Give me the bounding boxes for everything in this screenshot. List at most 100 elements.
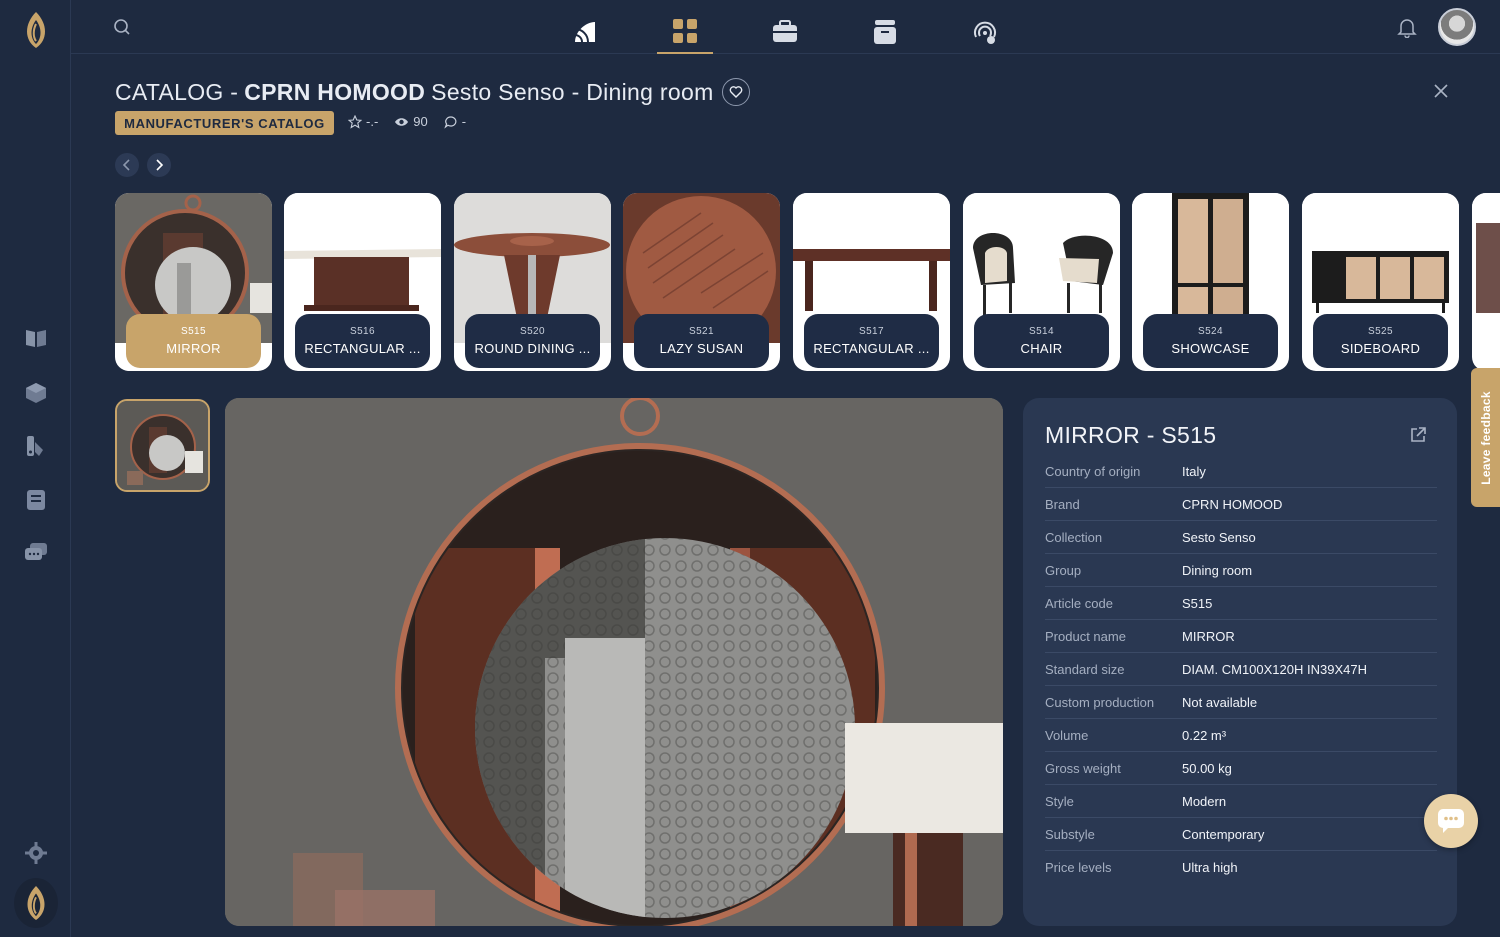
detail-row-standard-size: Standard size DIAM. CM100X120H IN39X47H — [1045, 653, 1437, 686]
product-card[interactable]: S524 SHOWCASE — [1132, 193, 1289, 371]
product-name: LAZY SUSAN — [659, 341, 744, 356]
product-card-label: S514 CHAIR — [974, 314, 1109, 368]
detail-row-collection: Collection Sesto Senso — [1045, 521, 1437, 554]
carousel-next-button[interactable] — [147, 153, 171, 177]
brand-emblem-icon — [14, 878, 58, 928]
product-card[interactable]: S516 RECTANGULAR ... — [284, 193, 441, 371]
detail-key: Product name — [1045, 628, 1126, 644]
comments-value: - — [461, 114, 467, 129]
detail-key: Article code — [1045, 595, 1113, 611]
product-code: S521 — [689, 326, 714, 337]
views-stat: 90 — [394, 114, 428, 129]
main-product-image[interactable] — [225, 398, 1003, 926]
detail-row-group: Group Dining room — [1045, 554, 1437, 587]
avatar[interactable] — [1438, 8, 1476, 46]
catalog-prefix: CATALOG - — [115, 78, 239, 105]
detail-value: MIRROR — [1182, 628, 1235, 644]
chat-bubbles-icon[interactable] — [23, 540, 49, 566]
product-card[interactable]: S517 RECTANGULAR ... — [793, 193, 950, 371]
swatches-icon[interactable] — [23, 433, 49, 459]
detail-key: Price levels — [1045, 860, 1112, 875]
catalog-book-icon[interactable] — [23, 325, 49, 351]
detail-key: Brand — [1045, 496, 1080, 512]
detail-key: Country of origin — [1045, 463, 1141, 479]
external-link-icon[interactable] — [1409, 426, 1429, 446]
close-icon[interactable] — [1430, 80, 1452, 102]
radar-icon[interactable] — [957, 10, 1013, 54]
chat-icon — [1438, 809, 1464, 833]
product-card-label: S520 ROUND DINING ... — [465, 314, 600, 368]
gallery-thumbnail[interactable] — [115, 399, 210, 492]
product-code: S514 — [1029, 326, 1054, 337]
detail-value: Sesto Senso — [1182, 529, 1256, 545]
product-card-partial[interactable] — [1472, 193, 1500, 371]
stats-bar: -.- 90 - — [348, 114, 466, 129]
left-sidebar — [0, 0, 71, 937]
comment-icon — [444, 115, 457, 129]
search-icon[interactable] — [111, 16, 133, 38]
star-icon — [348, 114, 362, 129]
detail-key: Group — [1045, 562, 1082, 578]
product-card[interactable]: S514 CHAIR — [963, 193, 1120, 371]
comments-stat[interactable]: - — [444, 114, 466, 129]
product-code: S515 — [181, 326, 206, 337]
leave-feedback-tab[interactable]: Leave feedback — [1471, 368, 1500, 507]
favorite-button[interactable] — [721, 78, 750, 106]
detail-key: Gross weight — [1045, 760, 1121, 776]
detail-row-country: Country of origin Italy — [1045, 455, 1437, 488]
leave-feedback-label: Leave feedback — [1478, 390, 1493, 485]
page-title: CATALOG - CPRN HOMOOD Sesto Senso - Dini… — [115, 76, 750, 108]
cube-icon[interactable] — [23, 380, 49, 406]
detail-row-style: Style Modern — [1045, 785, 1437, 818]
chat-button[interactable] — [1424, 794, 1478, 848]
product-card[interactable]: S515 MIRROR — [115, 193, 272, 371]
product-card-label: S516 RECTANGULAR ... — [295, 314, 430, 368]
bell-icon[interactable] — [1396, 16, 1418, 39]
document-icon[interactable] — [23, 487, 49, 513]
product-name: MIRROR — [166, 341, 221, 356]
product-card-label: S515 MIRROR — [126, 314, 261, 368]
product-code: S517 — [859, 326, 884, 337]
detail-row-custom-production: Custom production Not available — [1045, 686, 1437, 719]
product-card-label: S524 SHOWCASE — [1143, 314, 1278, 368]
product-name: SIDEBOARD — [1340, 341, 1421, 356]
briefcase-icon[interactable] — [757, 10, 813, 54]
product-name: SHOWCASE — [1171, 341, 1250, 356]
detail-value: Not available — [1182, 694, 1258, 710]
chevron-right-icon — [156, 159, 164, 171]
brand-logo-icon[interactable] — [18, 10, 54, 50]
detail-key: Custom production — [1045, 694, 1155, 710]
detail-key: Style — [1045, 793, 1074, 809]
product-card[interactable]: S521 LAZY SUSAN — [623, 193, 780, 371]
product-card[interactable]: S525 SIDEBOARD — [1302, 193, 1459, 371]
grid-icon[interactable] — [657, 10, 713, 54]
detail-value: Italy — [1182, 463, 1206, 479]
product-card-label: S525 SIDEBOARD — [1313, 314, 1448, 368]
detail-row-gross-weight: Gross weight 50.00 kg — [1045, 752, 1437, 785]
product-card[interactable]: S520 ROUND DINING ... — [454, 193, 611, 371]
product-details-title: MIRROR - S515 — [1045, 422, 1217, 448]
detail-value: 0.22 m³ — [1182, 727, 1227, 743]
product-image-partial — [1472, 193, 1500, 343]
product-name: CHAIR — [1020, 341, 1063, 356]
settings-icon[interactable] — [23, 840, 49, 866]
product-details-panel: MIRROR - S515 Country of origin Italy Bra… — [1023, 398, 1457, 926]
product-name: RECTANGULAR ... — [813, 341, 930, 356]
detail-value: Ultra high — [1182, 860, 1238, 875]
detail-value: DIAM. CM100X120H IN39X47H — [1182, 661, 1367, 677]
detail-key: Standard size — [1045, 661, 1125, 677]
rating-stat[interactable]: -.- — [348, 114, 378, 129]
mirror-photo — [225, 398, 1003, 926]
feed-icon[interactable] — [557, 10, 613, 54]
detail-row-product-name: Product name MIRROR — [1045, 620, 1437, 653]
heart-icon — [729, 86, 742, 98]
product-name: RECTANGULAR ... — [304, 341, 421, 356]
box-icon[interactable] — [857, 10, 913, 54]
carousel-prev-button[interactable] — [115, 153, 139, 177]
detail-value: S515 — [1182, 595, 1213, 611]
product-card-label: S521 LAZY SUSAN — [634, 314, 769, 368]
thumbnail-mirror-image — [117, 401, 208, 490]
product-code: S516 — [350, 326, 375, 337]
collection-title: Sesto Senso - Dining room — [431, 78, 714, 105]
product-code: S524 — [1198, 326, 1223, 337]
